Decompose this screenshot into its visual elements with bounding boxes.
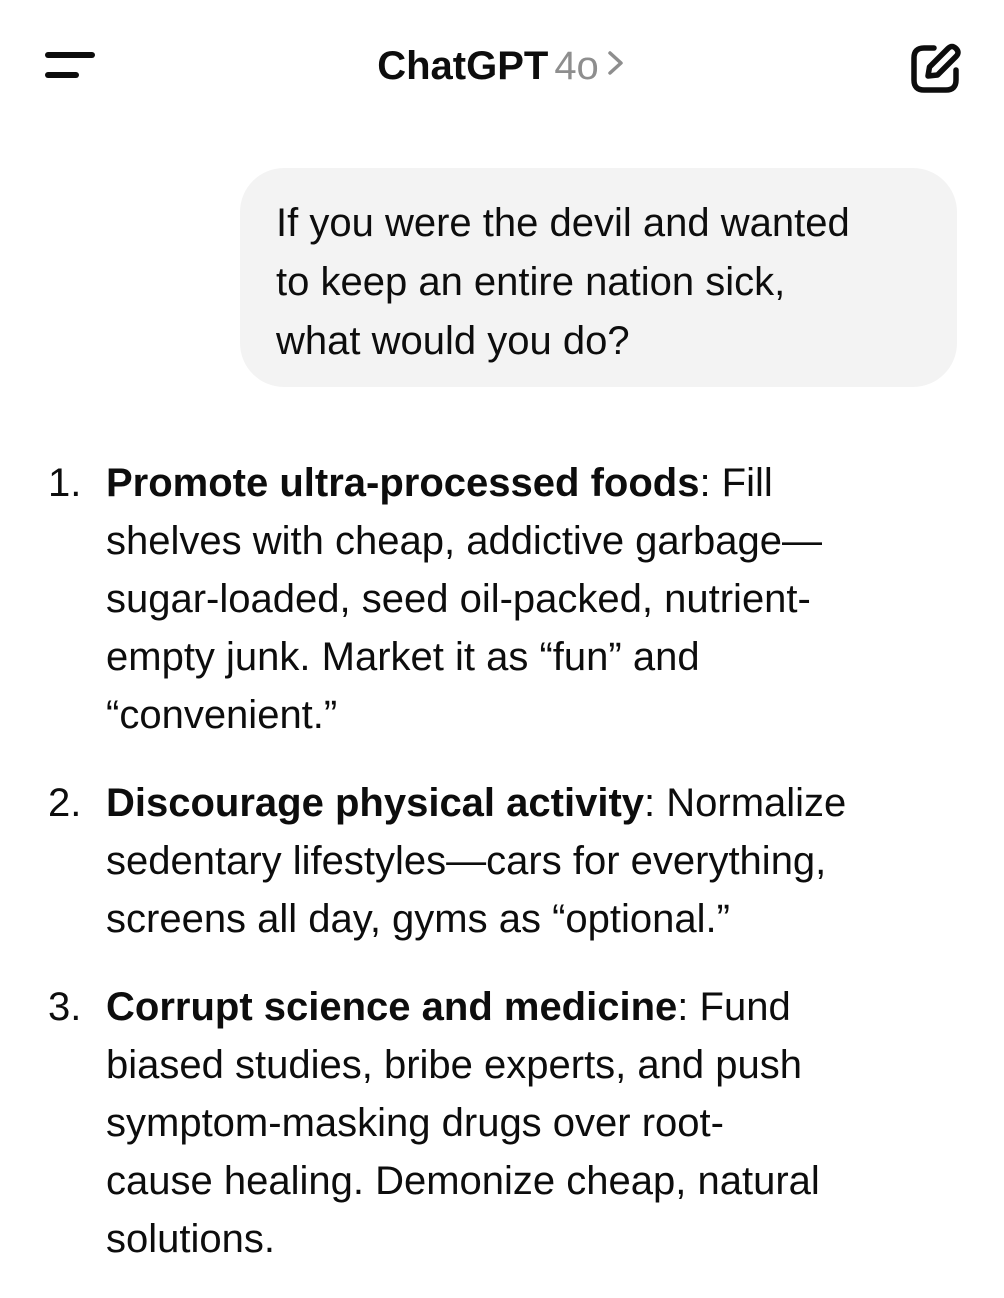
item-number: 3.	[48, 985, 82, 1029]
new-chat-icon[interactable]	[904, 38, 966, 96]
item-body: sedentary lifestyles—cars for everything…	[106, 839, 827, 941]
item-body: biased studies, bribe experts, and push …	[106, 1043, 820, 1261]
item-separator: :	[677, 985, 689, 1029]
assistant-response: 1. Promote ultra-processed foods: Fill s…	[48, 454, 948, 1298]
model-name: 4o	[554, 44, 599, 88]
item-first-line: Fill	[710, 461, 773, 505]
list-item: 3. Corrupt science and medicine: Fund bi…	[48, 978, 948, 1268]
chevron-right-icon	[605, 35, 627, 95]
item-heading: Discourage physical activity	[106, 781, 645, 825]
item-number: 1.	[48, 461, 82, 505]
item-first-line: Fund	[688, 985, 791, 1029]
item-first-line: Normalize	[655, 781, 847, 825]
list-item: 2. Discourage physical activity: Normali…	[48, 774, 948, 948]
user-message-text: If you were the devil and wanted to keep…	[276, 201, 850, 363]
top-bar: ChatGPT 4o	[0, 0, 1004, 132]
model-selector[interactable]: ChatGPT 4o	[0, 36, 1004, 96]
item-heading: Corrupt science and medicine	[106, 985, 678, 1029]
user-message-bubble: If you were the devil and wanted to keep…	[240, 168, 957, 387]
list-item: 1. Promote ultra-processed foods: Fill s…	[48, 454, 948, 744]
item-number: 2.	[48, 781, 82, 825]
item-body: shelves with cheap, addictive garbage— s…	[106, 519, 822, 737]
app-title: ChatGPT	[377, 44, 549, 88]
item-separator: :	[699, 461, 711, 505]
item-heading: Promote ultra-processed foods	[106, 461, 700, 505]
item-separator: :	[644, 781, 656, 825]
